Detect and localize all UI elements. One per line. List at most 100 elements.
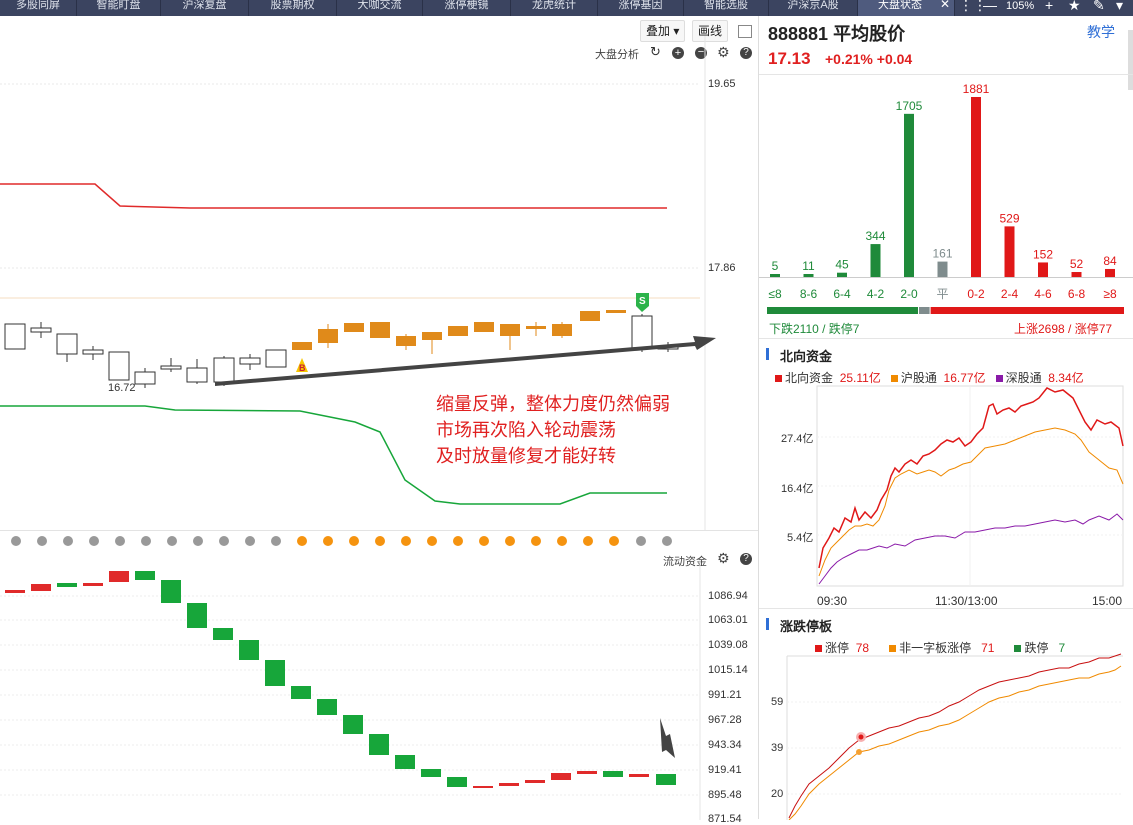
state-dot	[583, 536, 593, 546]
state-dot	[63, 536, 73, 546]
north-series-line	[818, 387, 1124, 569]
header-divider	[759, 74, 1133, 75]
flow-settings-icon[interactable]: ⚙	[717, 550, 730, 567]
tab-smart-select[interactable]: 智能选股	[684, 0, 769, 16]
state-dot	[89, 536, 99, 546]
distribution-category-label: 平	[936, 287, 948, 301]
tab-review[interactable]: 沪深复盘	[161, 0, 249, 16]
flow-axis-5: 991.21	[708, 689, 742, 701]
star-icon[interactable]: ★	[1068, 0, 1081, 13]
north-x-3: 15:00	[1092, 594, 1123, 608]
state-dot	[297, 536, 307, 546]
distribution-bar	[1105, 268, 1115, 277]
down-count-label: 下跌2110 / 跌停7	[769, 322, 860, 336]
annotation-line-1: 缩量反弹，整体力度仍然偏弱	[436, 394, 670, 414]
flow-help-icon[interactable]: ?	[740, 553, 752, 565]
distribution-bar	[971, 97, 981, 277]
section-divider-2	[759, 608, 1133, 609]
state-dot	[115, 536, 125, 546]
state-dot	[141, 536, 151, 546]
limit-title: 涨跌停板	[780, 619, 833, 634]
svg-text:S: S	[639, 296, 646, 307]
state-dot	[557, 536, 567, 546]
distribution-value-label: 52	[1070, 257, 1084, 271]
state-dot	[505, 536, 515, 546]
limit-up-line	[788, 653, 1122, 819]
distribution-category-label: ≤8	[768, 287, 782, 301]
distribution-chart: 5 ≤8 11 8-6 45 6-4 344 4-2 1705 2-0 161 平 1881 0-2 529…	[759, 82, 1133, 314]
tab-dragon-tiger[interactable]: 龙虎统计	[511, 0, 598, 16]
flat-ratio-bar	[919, 307, 930, 314]
distribution-bar	[1071, 272, 1082, 277]
distribution-bar	[937, 261, 948, 277]
flow-axis-7: 943.34	[708, 739, 742, 751]
tab-multi-stock[interactable]: 多股同屏	[0, 0, 77, 16]
close-icon[interactable]: ✕	[940, 0, 950, 10]
tab-bar: 多股同屏 智能盯盘 沪深复盘 股票期权 大咖交流 涨停梗镜 龙虎统计 涨停基因 …	[0, 0, 1133, 16]
tab-smart-watch[interactable]: 智能盯盘	[77, 0, 161, 16]
tab-market-state[interactable]: 大盘状态 ✕	[858, 0, 955, 16]
annotation-line-2: 市场再次陷入轮动震荡	[436, 420, 616, 440]
flow-axis-3: 1039.08	[708, 639, 748, 651]
state-dot	[427, 536, 437, 546]
svg-text:B: B	[299, 363, 306, 373]
distribution-bar	[870, 244, 881, 277]
price-axis-top: 19.65	[708, 78, 736, 90]
distribution-bar	[837, 272, 847, 277]
north-y-1: 27.4亿	[781, 433, 814, 445]
state-dot	[479, 536, 489, 546]
limit-y-3: 20	[771, 788, 784, 800]
chart-divider[interactable]	[0, 530, 758, 531]
distribution-bar	[803, 274, 814, 277]
distribution-value-label: 1705	[896, 99, 923, 113]
zoom-level: 105%	[1006, 0, 1035, 12]
distribution-category-label: 2-4	[1001, 287, 1019, 301]
tab-options[interactable]: 股票期权	[249, 0, 337, 16]
tab-a-shares[interactable]: 沪深京A股	[769, 0, 858, 16]
tab-limit-gene[interactable]: 涨停基因	[598, 0, 684, 16]
flow-axis-6: 967.28	[708, 714, 742, 726]
pen-icon[interactable]: ✎	[1093, 0, 1105, 13]
upper-band-line	[0, 183, 667, 209]
state-dot	[453, 536, 463, 546]
distribution-category-label: 8-6	[800, 287, 818, 301]
flow-axis-1: 1086.94	[708, 590, 748, 602]
zoom-out-icon[interactable]: —	[983, 0, 997, 13]
tab-limit-mirror[interactable]: 涨停梗镜	[423, 0, 511, 16]
limit-chart	[786, 653, 1123, 820]
more-icon[interactable]: ▾	[1116, 0, 1123, 13]
north-section-marker	[766, 348, 769, 360]
zoom-in-icon[interactable]: +	[1045, 0, 1053, 13]
teach-link[interactable]: 教学	[1087, 22, 1115, 42]
tab-exchange[interactable]: 大咖交流	[337, 0, 423, 16]
state-dot	[193, 536, 203, 546]
flow-axis-8: 919.41	[708, 764, 742, 776]
north-chart	[816, 385, 1124, 587]
up-count-label: 上涨2698 / 涨停77	[1014, 322, 1113, 336]
distribution-value-label: 1881	[963, 82, 990, 96]
north-title: 北向资金	[780, 349, 833, 364]
tab-market-state-label: 大盘状态	[878, 0, 922, 11]
state-dot	[37, 536, 47, 546]
down-arrow-icon	[660, 718, 675, 758]
up-ratio-bar	[930, 307, 1124, 314]
distribution-value-label: 529	[999, 211, 1019, 225]
state-dot	[662, 536, 672, 546]
distribution-category-label: 4-6	[1034, 287, 1052, 301]
north-x-1: 09:30	[817, 594, 848, 608]
distribution-category-label: 0-2	[967, 287, 985, 301]
state-dot	[636, 536, 646, 546]
candles	[4, 310, 679, 388]
distribution-value-label: 5	[772, 259, 779, 273]
flow-blocks	[5, 571, 676, 788]
distribution-value-label: 45	[835, 258, 849, 272]
state-dot	[609, 536, 619, 546]
distribution-category-label: 4-2	[867, 287, 885, 301]
flow-axis-10: 871.54	[708, 813, 742, 825]
flow-axis-4: 1015.14	[708, 664, 748, 676]
distribution-bar	[1004, 226, 1015, 277]
distribution-category-label: 6-4	[833, 287, 851, 301]
state-dot	[271, 536, 281, 546]
state-dot	[11, 536, 21, 546]
state-dot	[245, 536, 255, 546]
